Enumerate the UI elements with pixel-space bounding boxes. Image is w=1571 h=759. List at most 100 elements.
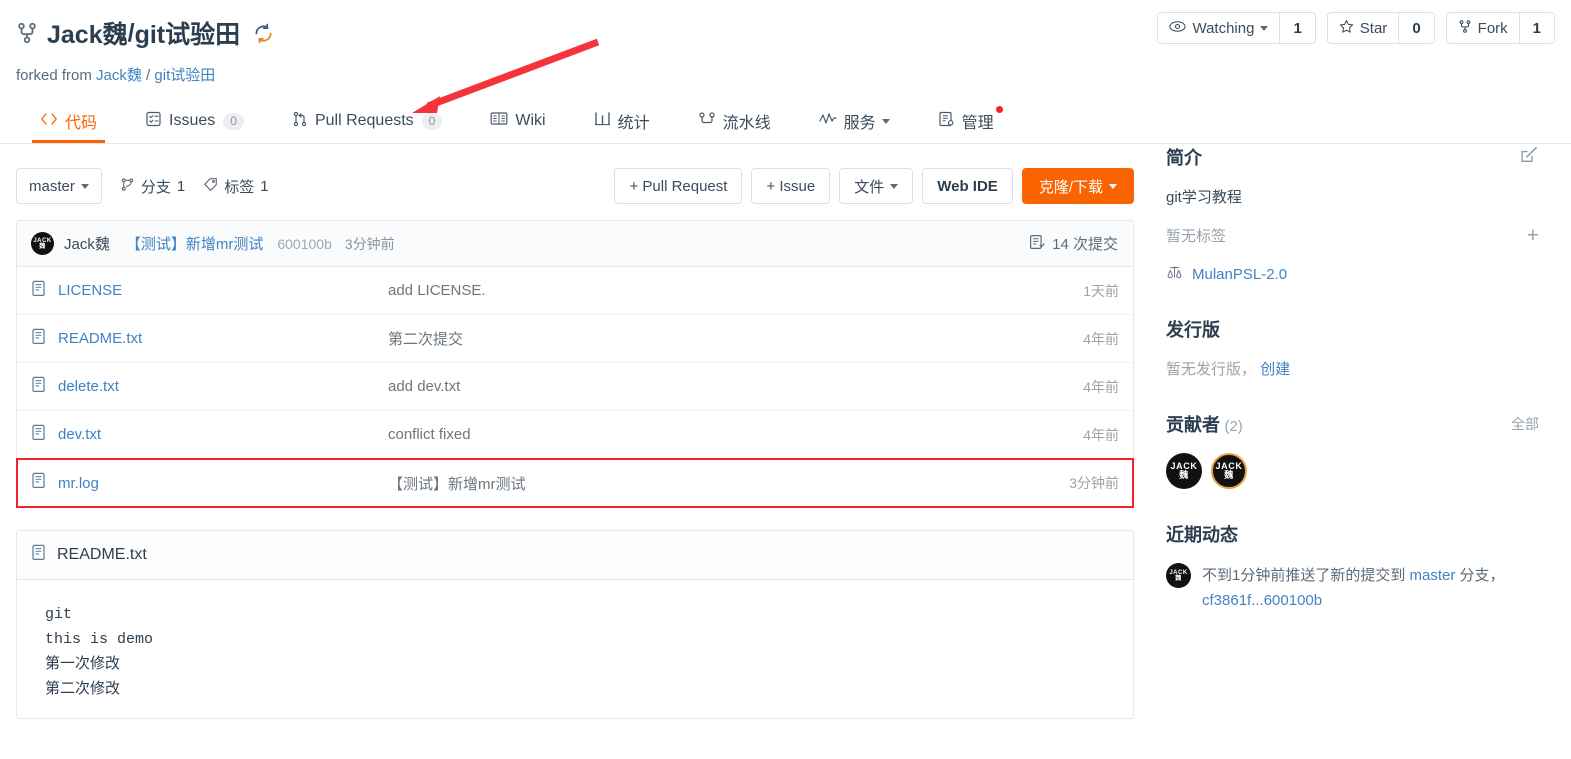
- commit-message[interactable]: 【测试】新增mr测试: [126, 233, 264, 254]
- star-count[interactable]: 0: [1398, 13, 1433, 43]
- tab-pull-requests[interactable]: Pull Requests 0: [268, 99, 466, 143]
- tag-icon: [203, 177, 218, 196]
- repo-owner[interactable]: Jack魏: [47, 15, 128, 51]
- new-issue-button[interactable]: + Issue: [751, 168, 831, 204]
- activity-text-part2: 分支，: [1455, 567, 1505, 584]
- fork-small-icon: [1458, 19, 1472, 38]
- tab-issues[interactable]: Issues 0: [121, 99, 268, 143]
- file-commit-message: 【测试】新增mr测试: [388, 475, 526, 493]
- file-icon: [31, 280, 47, 302]
- file-name[interactable]: README.txt: [58, 330, 388, 347]
- forked-from-owner[interactable]: Jack魏: [96, 67, 142, 84]
- pull-request-icon: [292, 111, 308, 132]
- tab-service[interactable]: 服务: [795, 99, 914, 143]
- file-commit-message: add dev.txt: [388, 378, 461, 395]
- avatar-bottom-text: 魏: [39, 243, 46, 250]
- commit-count-label: 14 次提交: [1052, 236, 1118, 253]
- commit-author[interactable]: Jack魏: [64, 233, 110, 254]
- new-pull-request-button[interactable]: + Pull Request: [614, 168, 743, 204]
- watching-button-group[interactable]: Watching 1: [1157, 12, 1316, 44]
- file-time: 1天前: [1083, 282, 1119, 299]
- watching-button[interactable]: Watching: [1158, 13, 1279, 43]
- tab-manage[interactable]: 管理: [914, 99, 1018, 143]
- pipeline-icon: [698, 111, 716, 131]
- list-item: JACK 魏 不到1分钟前推送了新的提交到 master 分支， cf3861f.…: [1166, 563, 1539, 613]
- forked-from-separator: /: [146, 67, 151, 84]
- contributors-title: 贡献者: [1166, 415, 1220, 435]
- star-button[interactable]: Star: [1328, 13, 1399, 43]
- table-row[interactable]: LICENSE add LICENSE. 1天前: [17, 267, 1133, 315]
- activity-sha-link[interactable]: cf3861f...600100b: [1202, 592, 1322, 609]
- chevron-down-icon: [881, 118, 890, 124]
- fork-button-group[interactable]: Fork 1: [1445, 12, 1555, 44]
- tab-stats[interactable]: 统计: [570, 99, 674, 143]
- tab-wiki[interactable]: Wiki: [466, 99, 569, 143]
- contributors-all-link[interactable]: 全部: [1511, 414, 1539, 434]
- commit-count-link[interactable]: 14 次提交: [1029, 233, 1118, 254]
- tags-count: 1: [260, 177, 269, 195]
- release-section: 发行版 暂无发行版， 创建: [1166, 316, 1539, 379]
- file-name[interactable]: mr.log: [58, 475, 388, 492]
- table-row[interactable]: delete.txt add dev.txt 4年前: [17, 363, 1133, 411]
- watching-count[interactable]: 1: [1279, 13, 1314, 43]
- table-row[interactable]: dev.txt conflict fixed 4年前: [17, 411, 1133, 459]
- fork-count[interactable]: 1: [1518, 13, 1554, 43]
- repo-name[interactable]: git试验田: [135, 15, 241, 51]
- forked-from-repo[interactable]: git试验田: [154, 67, 215, 84]
- tags-row: 暂无标签 +: [1166, 225, 1539, 246]
- activity-branch-link[interactable]: master: [1410, 567, 1456, 584]
- web-ide-button[interactable]: Web IDE: [922, 168, 1013, 204]
- star-label: Star: [1359, 19, 1388, 37]
- file-name[interactable]: LICENSE: [58, 282, 388, 299]
- file-icon: [31, 544, 47, 566]
- branch-selector[interactable]: master: [16, 168, 102, 204]
- edit-icon[interactable]: [1520, 145, 1539, 169]
- tab-code[interactable]: 代码: [16, 99, 121, 143]
- contributors-section: 贡献者 (2) 全部 JACK 魏 JACK 魏: [1166, 411, 1539, 489]
- avatar[interactable]: JACK 魏: [1166, 453, 1202, 489]
- tab-issues-label: Issues: [169, 112, 216, 129]
- files-dropdown-button[interactable]: 文件: [839, 168, 914, 204]
- license-row[interactable]: MulanPSL-2.0: [1166, 264, 1539, 284]
- avatar[interactable]: JACK 魏: [31, 232, 54, 255]
- commit-sha[interactable]: 600100b: [277, 236, 332, 252]
- sidebar: 简介 git学习教程 暂无标签 + MulanPSL-2.0 发行版 暂无发行版…: [1134, 144, 1539, 719]
- file-list-panel: JACK 魏 Jack魏 【测试】新增mr测试 600100b 3分钟前 14 …: [16, 220, 1134, 508]
- intro-description: git学习教程: [1166, 189, 1242, 206]
- star-button-group[interactable]: Star 0: [1326, 12, 1435, 44]
- tab-pull-requests-badge: 0: [421, 112, 443, 130]
- table-row-highlighted[interactable]: mr.log 【测试】新增mr测试 3分钟前: [16, 458, 1134, 508]
- chevron-down-icon: [890, 183, 899, 189]
- branches-label: 分支: [140, 178, 171, 196]
- avatar[interactable]: JACK 魏: [1166, 563, 1191, 588]
- fork-icon: [16, 21, 38, 45]
- tab-pipeline[interactable]: 流水线: [674, 99, 795, 143]
- license-scale-icon: [1166, 264, 1183, 284]
- avatar[interactable]: JACK 魏: [1211, 453, 1247, 489]
- clone-download-button[interactable]: 克隆/下载: [1021, 168, 1134, 204]
- forked-from-prefix: forked from: [16, 67, 92, 84]
- repo-toolbar: master 分支 1 标签 1 + Pull Request + Issue: [16, 166, 1134, 206]
- file-name[interactable]: delete.txt: [58, 378, 388, 395]
- watching-label: Watching: [1192, 19, 1255, 37]
- branch-selector-label: master: [29, 177, 75, 195]
- file-name[interactable]: dev.txt: [58, 426, 388, 443]
- table-row[interactable]: README.txt 第二次提交 4年前: [17, 315, 1133, 363]
- create-release-link[interactable]: 创建: [1260, 361, 1290, 378]
- file-time: 4年前: [1083, 378, 1119, 395]
- file-time: 4年前: [1083, 330, 1119, 347]
- tags-link[interactable]: 标签 1: [203, 176, 269, 197]
- intro-header: 简介: [1166, 144, 1539, 170]
- chevron-down-icon: [80, 183, 89, 189]
- branches-link[interactable]: 分支 1: [120, 176, 185, 197]
- page-header: Jack魏 / git试验田 forked from Jack魏 / git试验…: [0, 0, 1571, 85]
- sync-icon[interactable]: [252, 22, 275, 45]
- branch-icon: [120, 177, 135, 196]
- fork-button[interactable]: Fork: [1447, 13, 1519, 43]
- file-time: 4年前: [1083, 426, 1119, 443]
- chevron-down-icon: [1109, 183, 1117, 189]
- add-tag-icon[interactable]: +: [1527, 225, 1539, 246]
- file-commit-message: add LICENSE.: [388, 282, 486, 299]
- license-label[interactable]: MulanPSL-2.0: [1192, 266, 1287, 283]
- chevron-down-icon: [1260, 25, 1269, 31]
